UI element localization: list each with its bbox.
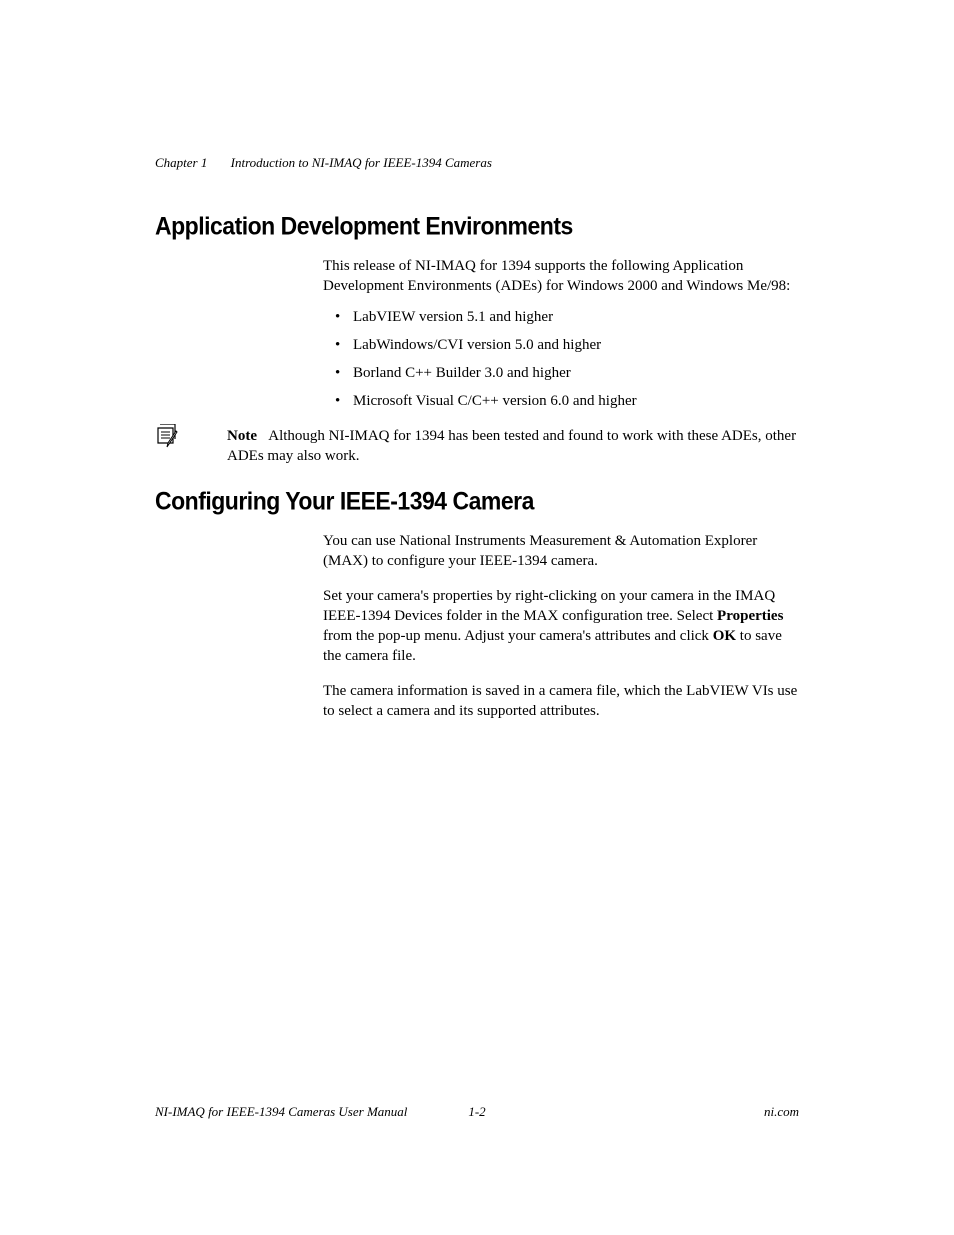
note-text: Note Although NI-IMAQ for 1394 has been … — [227, 426, 799, 467]
list-item: Borland C++ Builder 3.0 and higher — [323, 363, 799, 383]
config-para-2: Set your camera's properties by right-cl… — [323, 586, 799, 667]
chapter-number: Chapter 1 — [155, 155, 207, 170]
chapter-title: Introduction to NI-IMAQ for IEEE-1394 Ca… — [231, 155, 492, 170]
config-para-3: The camera information is saved in a cam… — [323, 681, 799, 722]
section-heading-config: Configuring Your IEEE-1394 Camera — [155, 487, 799, 516]
list-item: LabVIEW version 5.1 and higher — [323, 307, 799, 327]
ade-list: LabVIEW version 5.1 and higher LabWindow… — [323, 307, 799, 412]
note-block: Note Although NI-IMAQ for 1394 has been … — [155, 426, 799, 467]
intro-paragraph: This release of NI-IMAQ for 1394 support… — [323, 256, 799, 297]
note-content: Although NI-IMAQ for 1394 has been teste… — [227, 428, 796, 464]
footer-manual-title: NI-IMAQ for IEEE-1394 Cameras User Manua… — [155, 1104, 407, 1120]
footer-page-number: 1-2 — [468, 1104, 485, 1120]
config-para-1: You can use National Instruments Measure… — [323, 531, 799, 572]
footer-site: ni.com — [764, 1104, 799, 1120]
list-item: Microsoft Visual C/C++ version 6.0 and h… — [323, 391, 799, 411]
para2-text-mid: from the pop-up menu. Adjust your camera… — [323, 628, 713, 644]
page-footer: NI-IMAQ for IEEE-1394 Cameras User Manua… — [155, 1104, 799, 1120]
note-label: Note — [227, 428, 257, 444]
note-icon — [155, 424, 183, 453]
para2-text: Set your camera's properties by right-cl… — [323, 588, 775, 624]
properties-bold: Properties — [717, 608, 783, 624]
ok-bold: OK — [713, 628, 736, 644]
running-header: Chapter 1 Introduction to NI-IMAQ for IE… — [155, 155, 799, 171]
section-heading-ade: Application Development Environments — [155, 212, 799, 241]
list-item: LabWindows/CVI version 5.0 and higher — [323, 335, 799, 355]
